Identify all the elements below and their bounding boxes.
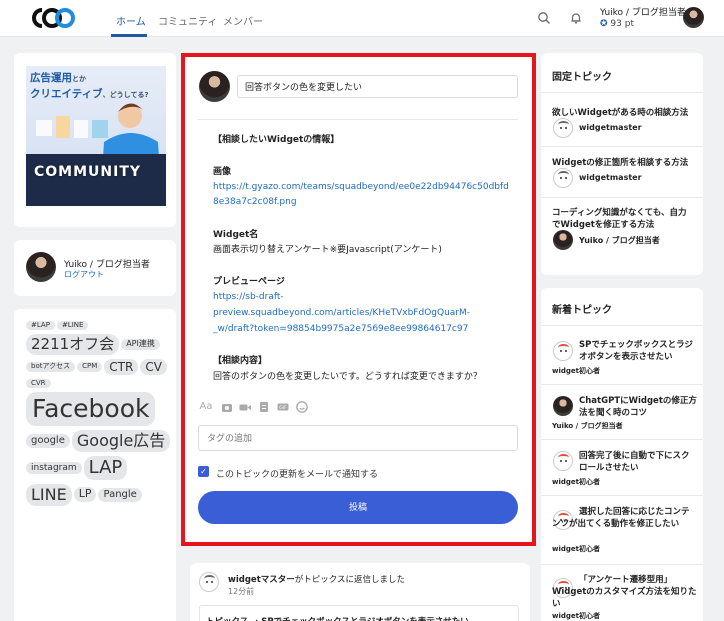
nav-members[interactable]: メンバー [223,13,263,28]
tag-chip[interactable]: CTR [104,358,139,375]
tag-chip[interactable]: CVR [26,378,51,389]
pinned-topic-1[interactable]: 欲しいWidgetがある時の相談方法 [552,107,688,119]
activity-user-avatar[interactable] [199,572,219,592]
latest-topic-3-avatar [553,451,573,471]
pinned-divider [541,92,703,93]
header-user-name[interactable]: Yuiko / ブログ担当者 [600,5,686,18]
tag-chip[interactable]: google [26,434,70,448]
pinned-topic-1-avatar [553,118,573,138]
latest-topic-5-author[interactable]: widget初心者 [552,611,600,621]
banner-line2-small: 、どうしてる? [102,91,149,99]
points-display: ✪ 93 pt [600,19,634,29]
tag-chip[interactable]: CPM [77,362,103,372]
latest-divider [541,564,703,565]
latest-topic-3-author[interactable]: widget初心者 [552,477,600,487]
latest-topics-title: 新着トピック [552,305,612,316]
banner-community-text: COMMUNITY [34,164,142,180]
activity-time: 12分前 [228,587,255,596]
banner-line1: 広告運用 [30,72,72,84]
nav-community[interactable]: コミュニティ [158,13,217,28]
pinned-topic-3-avatar [553,230,573,250]
logout-link[interactable]: ログアウト [64,269,104,280]
latest-topic-5[interactable]: 「アンケート遷移型用」Widgetのカスタマイズ方法を知りたい [552,574,697,610]
activity-text: widgetマスターがトピックスに返信しました [228,573,405,585]
tag-chip[interactable]: CV [140,358,167,375]
points-value: 93 pt [610,19,634,29]
activity-user[interactable]: widgetマスター [228,575,295,585]
latest-topic-2-avatar [553,396,573,416]
points-badge-icon: ✪ [600,19,608,29]
tag-chip[interactable]: instagram [26,461,82,474]
tag-chip[interactable]: #LINE [56,321,89,331]
pinned-topic-2-avatar [553,168,573,188]
tag-chip[interactable]: API連携 [121,339,160,350]
highlight-frame [181,53,536,546]
latest-topic-2-author[interactable]: Yuiko / ブログ担当者 [552,421,623,431]
tag-chip[interactable]: Facebook [26,392,156,427]
tag-chip[interactable]: 2211オフ会 [26,334,120,355]
profile-avatar[interactable] [26,252,56,282]
tag-cloud: #LAP #LINE 2211オフ会 API連携 botアクセス CPM CTR CV CVR F… [26,321,174,510]
header-avatar[interactable] [683,7,704,28]
pinned-topics-title: 固定トピック [552,72,612,83]
banner-line2: クリエイティブ [30,88,103,100]
nav-active-indicator [111,34,147,37]
tag-chip[interactable]: Google広告 [71,430,171,452]
banner-heading-1: 広告運用とか [30,70,86,85]
latest-divider [541,384,703,385]
community-banner-image[interactable]: 広告運用とか クリエイティブ、どうしてる? COMMUNITY [26,66,166,206]
latest-topic-1-author[interactable]: widget初心者 [552,366,600,376]
top-navigation-bar: ホーム コミュニティ メンバー Yuiko / ブログ担当者 ✪ 93 pt [0,0,724,37]
pinned-topic-1-author[interactable]: widgetmaster [579,123,642,132]
pinned-topic-3-author[interactable]: Yuiko / ブログ担当者 [579,235,660,246]
bell-icon[interactable] [569,11,583,25]
latest-divider [541,325,703,326]
banner-illustration [26,103,166,206]
activity-card: widgetマスターがトピックスに返信しました 12分前 トピックス → SPで… [190,563,530,621]
tag-chip[interactable]: #LAP [26,321,55,331]
tag-chip[interactable]: LINE [26,483,72,506]
tag-chip[interactable]: LP [73,487,97,503]
latest-divider [541,439,703,440]
latest-topic-4-author[interactable]: widget初心者 [552,544,600,554]
site-logo[interactable] [30,6,76,30]
activity-action: がトピックスに返信しました [294,575,406,585]
latest-topic-4[interactable]: 選択した回答に応じたコンテンツが出てくる動作を修正したい [552,506,697,530]
latest-topic-1-avatar [553,341,573,361]
latest-divider [541,495,703,496]
latest-topic-1[interactable]: SPでチェックボックスとラジオボタンを表示させたい [579,339,697,363]
tag-chip[interactable]: LAP [83,455,128,480]
tag-chip[interactable]: Pangle [98,488,142,502]
pinned-topic-2[interactable]: Widgetの修正箇所を相談する方法 [552,157,688,169]
banner-heading-2: クリエイティブ、どうしてる? [30,86,149,101]
banner-line1-small: とか [72,75,86,83]
latest-topic-2[interactable]: ChatGPTにWidgetの修正方法を聞く時のコツ [579,395,697,419]
pinned-divider [541,146,703,147]
profile-card: Yuiko / ブログ担当者 ログアウト [14,240,176,296]
pinned-topic-2-author[interactable]: widgetmaster [579,173,642,182]
latest-topic-3[interactable]: 回答完了後に自動で下にスクロールさせたい [579,450,697,474]
nav-home[interactable]: ホーム [116,13,146,28]
tag-chip[interactable]: botアクセス [26,362,76,372]
pinned-topic-3[interactable]: コーディング知識がなくても、自力でWidgetを修正する方法 [552,207,694,231]
search-icon[interactable] [537,11,551,25]
pinned-divider [541,197,703,198]
activity-snippet[interactable]: トピックス → SPでチェックボックスとラジオボタンを表示させたい [199,605,519,621]
